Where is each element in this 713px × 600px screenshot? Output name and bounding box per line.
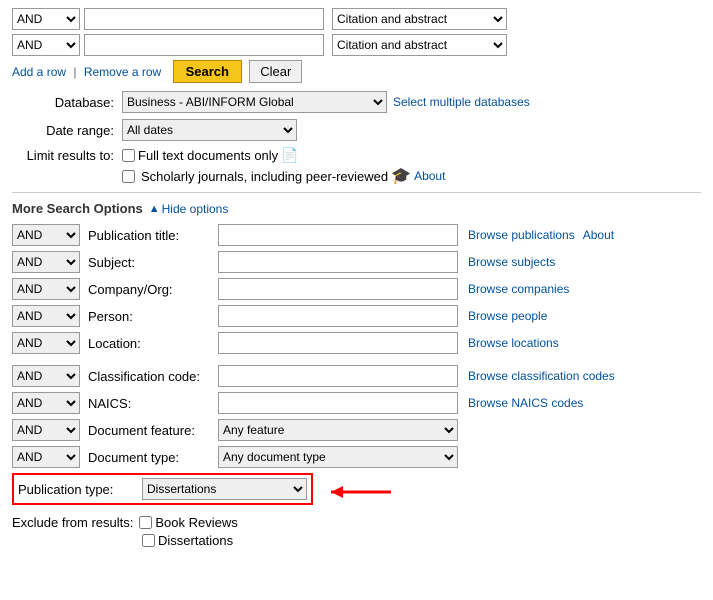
add-row-link[interactable]: Add a row <box>12 65 66 79</box>
pub-type-select[interactable]: All publication types Books Dissertation… <box>142 478 307 500</box>
browse-naics-link[interactable]: Browse NAICS codes <box>468 396 583 410</box>
person-input[interactable] <box>218 305 458 327</box>
location-input[interactable] <box>218 332 458 354</box>
location-label: Location: <box>84 336 214 351</box>
pub-type-box: Publication type: All publication types … <box>12 473 313 505</box>
search-button[interactable]: Search <box>173 60 242 83</box>
doc-feature-operator[interactable]: ANDORNOT <box>12 419 80 441</box>
pub-title-input[interactable] <box>218 224 458 246</box>
location-operator[interactable]: ANDORNOT <box>12 332 80 354</box>
field-select-2[interactable]: Citation and abstract Title Abstract Aut… <box>332 34 507 56</box>
field-select-1[interactable]: Citation and abstract Title Abstract Aut… <box>332 8 507 30</box>
clear-button[interactable]: Clear <box>249 60 302 83</box>
naics-label: NAICS: <box>84 396 214 411</box>
pub-title-label: Publication title: <box>84 228 214 243</box>
operator-select-2[interactable]: AND OR NOT <box>12 34 80 56</box>
scholarly-cap-icon: 🎓 <box>391 166 411 186</box>
row-action-separator: | <box>73 65 76 79</box>
scholarly-label[interactable]: Scholarly journals, including peer-revie… <box>122 166 445 186</box>
more-options-label: More Search Options <box>12 201 143 216</box>
hide-options-text: Hide options <box>162 202 229 216</box>
browse-companies-link[interactable]: Browse companies <box>468 282 569 296</box>
person-row: ANDORNOT Person: Browse people <box>12 305 701 327</box>
database-select[interactable]: Business - ABI/INFORM Global Science Hea… <box>122 91 387 113</box>
person-operator[interactable]: ANDORNOT <box>12 305 80 327</box>
limit-results-label: Limit results to: <box>12 148 122 163</box>
subject-input[interactable] <box>218 251 458 273</box>
naics-input[interactable] <box>218 392 458 414</box>
exclude-dissertations-checkbox[interactable] <box>142 534 155 547</box>
exclude-book-reviews-label[interactable]: Book Reviews <box>139 515 237 530</box>
red-arrow-icon <box>321 478 411 506</box>
location-row: ANDORNOT Location: Browse locations <box>12 332 701 354</box>
browse-subjects-link[interactable]: Browse subjects <box>468 255 555 269</box>
classification-row: ANDORNOT Classification code: Browse cla… <box>12 365 701 387</box>
pub-type-container: Publication type: All publication types … <box>12 473 701 510</box>
browse-publications-link[interactable]: Browse publications <box>468 228 575 242</box>
doc-feature-select[interactable]: Any feature Charts Tables Graphs Images <box>218 419 458 441</box>
section-divider-1 <box>12 192 701 193</box>
full-text-text: Full text documents only <box>138 148 278 163</box>
classification-label: Classification code: <box>84 369 214 384</box>
row-actions-bar: Add a row document.querySelector('[data-… <box>12 60 701 83</box>
pub-title-about-link[interactable]: About <box>583 228 614 242</box>
doc-type-row: ANDORNOT Document type: Any document typ… <box>12 446 701 468</box>
doc-feature-label: Document feature: <box>84 423 214 438</box>
exclude-label: Exclude from results: <box>12 515 133 530</box>
full-text-icon: 📄 <box>281 147 298 164</box>
limit-results-section: Limit results to: Full text documents on… <box>12 147 701 186</box>
subject-row: ANDORNOT Subject: Browse subjects <box>12 251 701 273</box>
more-options-bar: More Search Options ▲ Hide options <box>12 201 701 216</box>
database-row: Database: Business - ABI/INFORM Global S… <box>12 91 701 113</box>
pub-title-operator[interactable]: ANDORNOT <box>12 224 80 246</box>
person-label: Person: <box>84 309 214 324</box>
company-operator[interactable]: ANDORNOT <box>12 278 80 300</box>
date-range-label: Date range: <box>12 123 122 138</box>
exclude-dissertations-row: Dissertations <box>142 533 701 548</box>
subject-operator[interactable]: ANDORNOT <box>12 251 80 273</box>
scholarly-about-link[interactable]: About <box>414 169 445 183</box>
doc-type-operator[interactable]: ANDORNOT <box>12 446 80 468</box>
search-input-2[interactable] <box>84 34 324 56</box>
search-row-2: AND OR NOT Citation and abstract Title A… <box>12 34 701 56</box>
doc-type-label: Document type: <box>84 450 214 465</box>
select-multiple-databases-link[interactable]: Select multiple databases <box>393 95 530 109</box>
exclude-section: Exclude from results: Book Reviews Disse… <box>12 515 701 548</box>
pub-type-label: Publication type: <box>18 482 138 497</box>
naics-row: ANDORNOT NAICS: Browse NAICS codes <box>12 392 701 414</box>
browse-classification-link[interactable]: Browse classification codes <box>468 369 615 383</box>
scholarly-checkbox[interactable] <box>122 170 135 183</box>
company-input[interactable] <box>218 278 458 300</box>
exclude-book-reviews-checkbox[interactable] <box>139 516 152 529</box>
remove-row-link[interactable]: Remove a row <box>84 65 161 79</box>
hide-options-link[interactable]: ▲ Hide options <box>149 202 229 216</box>
naics-operator[interactable]: ANDORNOT <box>12 392 80 414</box>
search-input-1[interactable] <box>84 8 324 30</box>
full-text-label[interactable]: Full text documents only 📄 <box>122 147 299 164</box>
scholarly-row: Scholarly journals, including peer-revie… <box>122 166 701 186</box>
doc-feature-row: ANDORNOT Document feature: Any feature C… <box>12 419 701 441</box>
date-range-row: Date range: All dates Last year Last 5 y… <box>12 119 701 141</box>
classification-operator[interactable]: ANDORNOT <box>12 365 80 387</box>
scholarly-text: Scholarly journals, including peer-revie… <box>141 169 388 184</box>
exclude-row: Exclude from results: Book Reviews <box>12 515 701 530</box>
full-text-checkbox[interactable] <box>122 149 135 162</box>
exclude-dissertations-text: Dissertations <box>158 533 233 548</box>
exclude-dissertations-label[interactable]: Dissertations <box>142 533 233 548</box>
subject-label: Subject: <box>84 255 214 270</box>
database-label: Database: <box>12 95 122 110</box>
date-range-select[interactable]: All dates Last year Last 5 years Last 10… <box>122 119 297 141</box>
limit-label-row: Limit results to: Full text documents on… <box>12 147 701 164</box>
search-row-1: AND OR NOT Citation and abstract Title A… <box>12 8 701 30</box>
caret-up-icon: ▲ <box>149 203 160 215</box>
browse-people-link[interactable]: Browse people <box>468 309 547 323</box>
browse-locations-link[interactable]: Browse locations <box>468 336 559 350</box>
company-row: ANDORNOT Company/Org: Browse companies <box>12 278 701 300</box>
operator-select-1[interactable]: AND OR NOT <box>12 8 80 30</box>
classification-input[interactable] <box>218 365 458 387</box>
company-label: Company/Org: <box>84 282 214 297</box>
exclude-book-reviews-text: Book Reviews <box>155 515 237 530</box>
doc-type-select[interactable]: Any document type Article Book Conferenc… <box>218 446 458 468</box>
pub-title-row: ANDORNOT Publication title: Browse publi… <box>12 224 701 246</box>
